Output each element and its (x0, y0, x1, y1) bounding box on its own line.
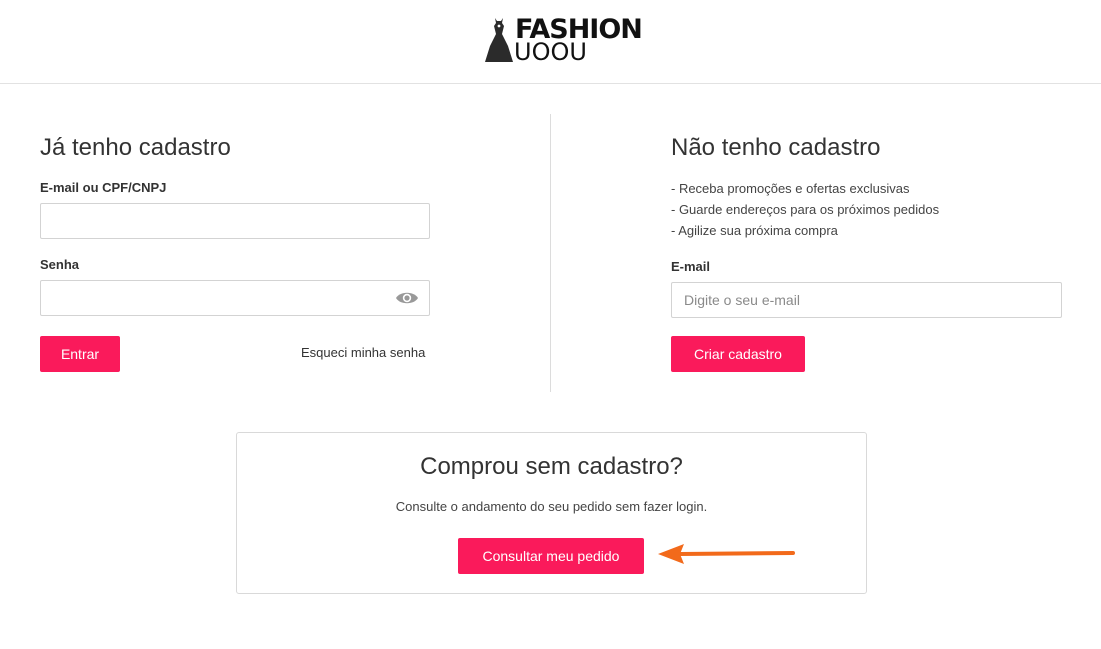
login-button[interactable]: Entrar (40, 336, 120, 372)
dress-icon (485, 18, 513, 62)
benefits-list: - Receba promoções e ofertas exclusivas … (671, 178, 939, 241)
track-order-button[interactable]: Consultar meu pedido (458, 538, 644, 574)
column-divider (550, 114, 551, 392)
guest-title: Comprou sem cadastro? (420, 453, 683, 480)
guest-order-box: Comprou sem cadastro? Consulte o andamen… (236, 432, 867, 594)
benefit-item: - Guarde endereços para os próximos pedi… (671, 202, 940, 217)
register-email-input[interactable] (671, 282, 1062, 318)
benefit-item: - Agilize sua próxima compra (671, 223, 838, 238)
eye-icon[interactable] (395, 289, 419, 307)
password-input[interactable] (40, 280, 430, 316)
store-logo[interactable]: FASHION UOOU (484, 14, 643, 66)
password-label: Senha (40, 257, 80, 272)
site-header: FASHION UOOU (0, 0, 1101, 84)
email-cpf-label: E-mail ou CPF/CNPJ (40, 180, 167, 195)
forgot-password-link[interactable]: Esqueci minha senha (301, 345, 425, 360)
benefit-item: - Receba promoções e ofertas exclusivas (671, 181, 910, 196)
register-email-label: E-mail (671, 259, 711, 274)
annotation-arrow-icon (658, 544, 795, 564)
guest-description: Consulte o andamento do seu pedido sem f… (395, 499, 708, 514)
logo-text-bottom: UOOU (514, 38, 587, 66)
create-account-button[interactable]: Criar cadastro (671, 336, 805, 372)
register-title: Não tenho cadastro (671, 134, 881, 161)
email-cpf-input[interactable] (40, 203, 430, 239)
login-title: Já tenho cadastro (40, 134, 231, 161)
